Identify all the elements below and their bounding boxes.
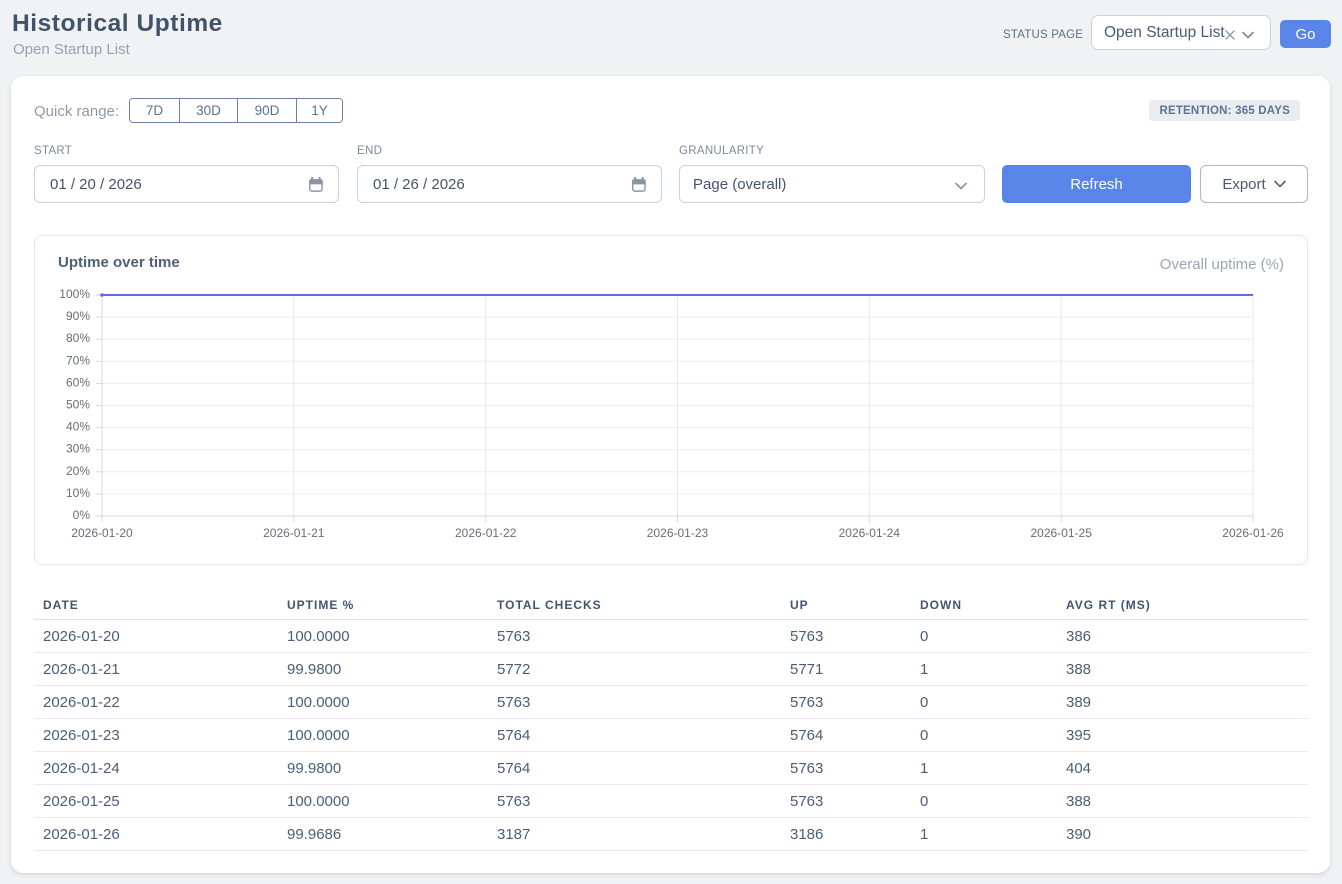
svg-text:70%: 70% [66,353,90,367]
svg-text:50%: 50% [66,398,90,412]
svg-text:30%: 30% [66,442,90,456]
svg-text:2026-01-23: 2026-01-23 [647,526,709,540]
svg-text:2026-01-20: 2026-01-20 [71,526,133,540]
svg-text:100%: 100% [59,287,90,301]
svg-text:10%: 10% [66,486,90,500]
svg-text:2026-01-25: 2026-01-25 [1031,526,1093,540]
svg-text:2026-01-26: 2026-01-26 [1222,526,1284,540]
svg-text:2026-01-22: 2026-01-22 [455,526,517,540]
svg-text:20%: 20% [66,464,90,478]
svg-text:60%: 60% [66,375,90,389]
svg-text:80%: 80% [66,331,90,345]
svg-text:2026-01-24: 2026-01-24 [839,526,901,540]
svg-text:2026-01-21: 2026-01-21 [263,526,325,540]
svg-text:40%: 40% [66,420,90,434]
svg-text:0%: 0% [73,508,91,522]
svg-text:90%: 90% [66,309,90,323]
